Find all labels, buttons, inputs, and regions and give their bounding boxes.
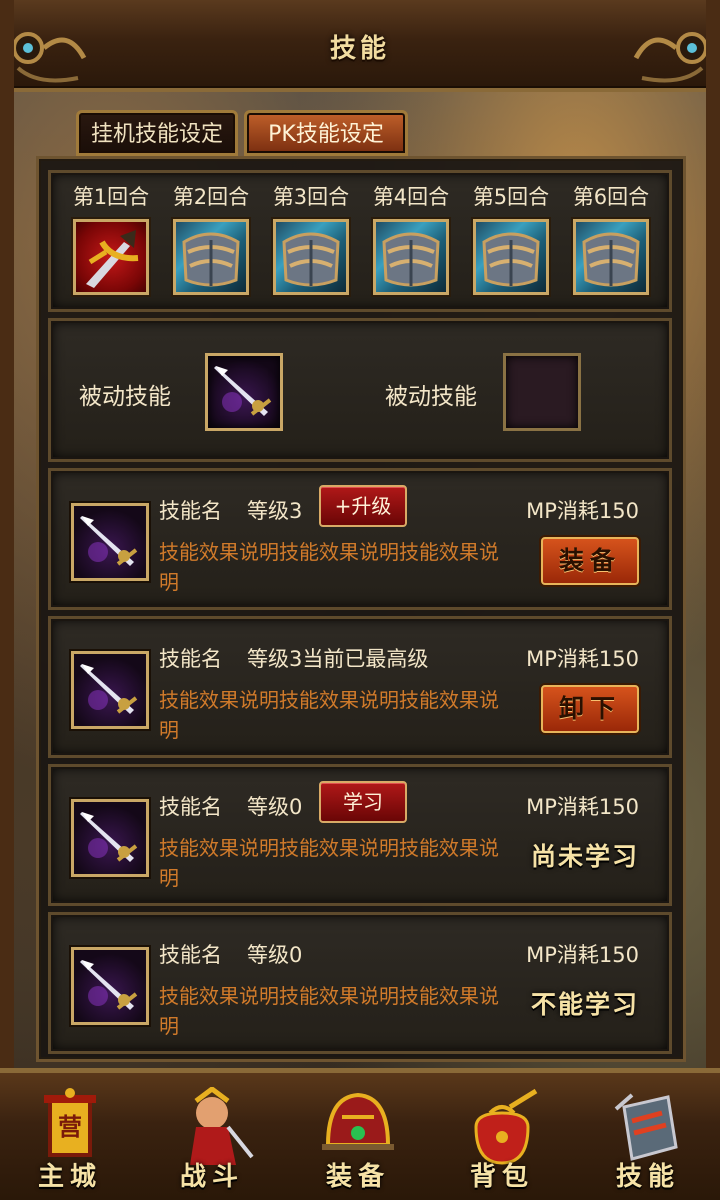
nav-bag[interactable]: 背包 <box>442 1083 562 1200</box>
title-bar: 技能 <box>0 0 720 92</box>
status-not-learned: 尚未学习 <box>530 842 639 871</box>
rounds-box: 第1回合 第2回合 第3回合 第4回合 第5回合 第6回合 <box>48 170 672 312</box>
round-label: 第6回合 <box>572 185 650 209</box>
round-label: 第3回合 <box>272 185 350 209</box>
mp-cost: MP消耗150 <box>526 499 639 523</box>
skill-level: 等级0 <box>247 943 303 967</box>
warrior-icon <box>190 1087 254 1165</box>
status-cannot-learn: 不能学习 <box>530 990 639 1019</box>
armor-icon <box>273 219 349 295</box>
mp-cost: MP消耗150 <box>526 943 639 967</box>
armor-icon <box>473 219 549 295</box>
tab-pk-skill-settings[interactable]: PK技能设定 <box>244 110 408 156</box>
mp-cost: MP消耗150 <box>526 795 639 819</box>
round-slot-4[interactable]: 第4回合 <box>361 183 461 295</box>
helmet-icon <box>322 1092 394 1150</box>
learn-button[interactable]: 学习 <box>319 781 407 823</box>
round-slot-2[interactable]: 第2回合 <box>161 183 261 295</box>
skill-level: 等级3 <box>247 499 303 523</box>
nav-label: 主城 <box>37 1162 102 1192</box>
skill-name: 技能名 <box>159 499 222 523</box>
skill-card: 技能名 等级3 +升级 MP消耗150 技能效果说明技能效果说明技能效果说明 装… <box>48 468 672 610</box>
spear-icon <box>71 503 149 581</box>
skill-name: 技能名 <box>159 647 222 671</box>
skill-card: 技能名 等级3当前已最高级 MP消耗150 技能效果说明技能效果说明技能效果说明… <box>48 616 672 758</box>
unequip-button[interactable]: 卸下 <box>541 685 639 733</box>
tab-idle-skill-settings[interactable]: 挂机技能设定 <box>76 110 238 156</box>
skill-description: 技能效果说明技能效果说明技能效果说明 <box>159 688 499 742</box>
passive-slot-1[interactable] <box>205 353 283 431</box>
spear-icon <box>71 947 149 1025</box>
skill-level: 等级0 <box>247 795 303 819</box>
skill-card: 技能名 等级0 学习 MP消耗150 技能效果说明技能效果说明技能效果说明 尚未… <box>48 764 672 906</box>
skill-book-icon <box>614 1093 678 1161</box>
ornament-right-icon <box>632 18 712 88</box>
round-slot-6[interactable]: 第6回合 <box>561 183 661 295</box>
nav-equipment[interactable]: 装备 <box>298 1083 418 1200</box>
spear-icon <box>214 366 272 416</box>
round-label: 第2回合 <box>172 185 250 209</box>
nav-label: 装备 <box>325 1162 390 1192</box>
armor-icon <box>573 219 649 295</box>
skill-description: 技能效果说明技能效果说明技能效果说明 <box>159 540 499 594</box>
nav-label: 战斗 <box>179 1162 244 1192</box>
round-slot-1[interactable]: 第1回合 <box>61 183 161 295</box>
bag-icon <box>474 1088 538 1165</box>
round-slot-3[interactable]: 第3回合 <box>261 183 361 295</box>
nav-main-city[interactable]: 营 主城 <box>10 1083 130 1200</box>
skill-level: 等级3当前已最高级 <box>247 647 429 671</box>
round-label: 第5回合 <box>472 185 550 209</box>
passive-skills-box: 被动技能 被动技能 <box>48 318 672 462</box>
round-slot-5[interactable]: 第5回合 <box>461 183 561 295</box>
banner-text: 营 <box>58 1113 82 1141</box>
armor-icon <box>373 219 449 295</box>
sword-icon <box>73 219 149 295</box>
bottom-nav: 营 主城 战斗 装备 背包 技能 <box>0 1068 720 1200</box>
upgrade-button[interactable]: +升级 <box>319 485 407 527</box>
mp-cost: MP消耗150 <box>526 647 639 671</box>
passive-label: 被动技能 <box>385 384 477 410</box>
passive-label: 被动技能 <box>79 384 171 410</box>
nav-skills[interactable]: 技能 <box>588 1083 708 1200</box>
camp-banner-icon: 营 <box>44 1088 96 1157</box>
page-title: 技能 <box>329 34 390 64</box>
nav-label: 背包 <box>469 1162 534 1192</box>
round-label: 第1回合 <box>72 185 150 209</box>
equip-button[interactable]: 装备 <box>541 537 639 585</box>
passive-slot-2[interactable] <box>503 353 581 431</box>
skill-name: 技能名 <box>159 943 222 967</box>
round-label: 第4回合 <box>372 185 450 209</box>
spear-icon <box>71 651 149 729</box>
skill-description: 技能效果说明技能效果说明技能效果说明 <box>159 984 499 1038</box>
nav-label: 技能 <box>615 1162 680 1192</box>
skill-description: 技能效果说明技能效果说明技能效果说明 <box>159 836 499 890</box>
skill-name: 技能名 <box>159 795 222 819</box>
skill-card: 技能名 等级0 MP消耗150 技能效果说明技能效果说明技能效果说明 不能学习 <box>48 912 672 1054</box>
spear-icon <box>71 799 149 877</box>
armor-icon <box>173 219 249 295</box>
nav-battle[interactable]: 战斗 <box>152 1083 272 1200</box>
